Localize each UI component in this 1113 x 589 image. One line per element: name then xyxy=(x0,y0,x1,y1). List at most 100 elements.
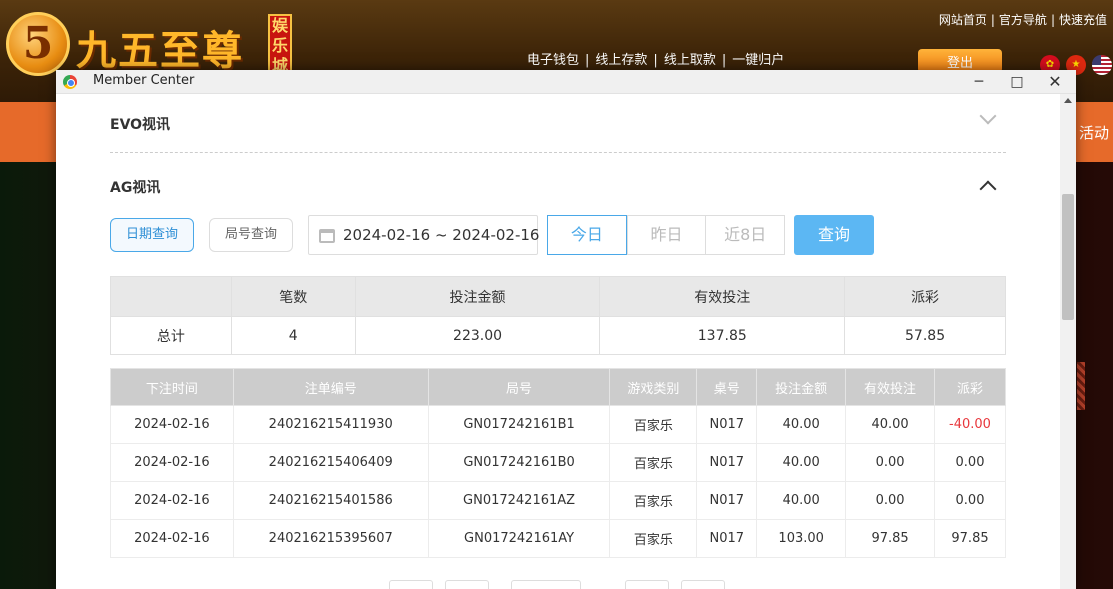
calendar-icon xyxy=(319,229,335,243)
link-home[interactable]: 网站首页 xyxy=(939,13,987,27)
summary-header: 派彩 xyxy=(844,276,1006,317)
bet-time: 2024-02-16 xyxy=(110,481,234,520)
pagination-next-button[interactable] xyxy=(625,580,669,589)
link-one-click-return[interactable]: 一键归户 xyxy=(732,53,784,68)
round-query-button[interactable]: 局号查询 xyxy=(209,218,293,252)
top-links: 网站首页 | 官方导航 | 快速充值 xyxy=(939,11,1107,28)
window-titlebar[interactable]: Member Center ─ □ ✕ xyxy=(56,70,1076,94)
payout: 0.00 xyxy=(934,481,1006,520)
column-header: 局号 xyxy=(427,368,611,406)
logo-text[interactable]: 九五至尊 xyxy=(76,18,244,76)
table-row: 2024-02-16 240216215401586 GN017242161AZ… xyxy=(110,481,1006,520)
bet-amount: 40.00 xyxy=(756,405,847,444)
link-online-deposit[interactable]: 线上存款 xyxy=(595,53,647,68)
search-button[interactable]: 查询 xyxy=(794,215,874,255)
column-header: 有效投注 xyxy=(845,368,935,406)
column-header: 注单编号 xyxy=(232,368,429,406)
game-type: 百家乐 xyxy=(609,405,698,444)
summary-header: 有效投注 xyxy=(599,276,846,317)
scrollbar-thumb[interactable] xyxy=(1062,194,1074,320)
column-header: 桌号 xyxy=(696,368,758,406)
section-divider xyxy=(110,152,1006,153)
summary-cell: 57.85 xyxy=(844,316,1006,355)
wallet-links: 电子钱包 | 线上存款 | 线上取款 | 一键归户 xyxy=(527,49,784,68)
section-ag-label: AG视讯 xyxy=(110,180,161,196)
summary-cell: 223.00 xyxy=(354,316,601,355)
section-evo-header[interactable]: EVO视讯 xyxy=(110,94,1006,152)
round-id: GN017242161AY xyxy=(427,519,611,558)
pagination-last-button[interactable] xyxy=(681,580,725,589)
chrome-app-icon xyxy=(63,75,77,89)
payout: 0.00 xyxy=(934,443,1006,482)
summary-header xyxy=(110,276,232,317)
bet-time: 2024-02-16 xyxy=(110,405,234,444)
quick-date-group: 今日 昨日 近8日 xyxy=(547,215,785,255)
valid-bet: 40.00 xyxy=(845,405,935,444)
game-type: 百家乐 xyxy=(609,443,698,482)
today-button[interactable]: 今日 xyxy=(547,215,627,255)
pagination-page-input[interactable] xyxy=(511,580,581,589)
bet-header-row: 下注时间 注单编号 局号 游戏类别 桌号 投注金额 有效投注 派彩 xyxy=(110,368,1006,406)
link-online-withdraw[interactable]: 线上取款 xyxy=(664,53,716,68)
logo-badge: 娱乐城 xyxy=(268,14,292,74)
bet-time: 2024-02-16 xyxy=(110,443,234,482)
logo-icon[interactable]: 5 xyxy=(6,12,70,76)
bet-amount: 103.00 xyxy=(756,519,847,558)
minimize-button[interactable]: ─ xyxy=(960,70,998,94)
date-range-value: 2024-02-16 ~ 2024-02-16 xyxy=(343,226,540,244)
table-row: 2024-02-16 240216215395607 GN017242161AY… xyxy=(110,519,1006,558)
vertical-scrollbar[interactable] xyxy=(1060,94,1076,589)
divider: | xyxy=(721,53,727,68)
window-content: EVO视讯 AG视讯 日期查询 局号查询 2024-02-16 ~ 2024-0… xyxy=(56,94,1060,589)
payout: -40.00 xyxy=(934,405,1006,444)
bet-id: 240216215411930 xyxy=(232,405,429,444)
divider: | xyxy=(653,53,658,68)
round-id: GN017242161AZ xyxy=(427,481,611,520)
table-row: 2024-02-16 240216215406409 GN017242161B0… xyxy=(110,443,1006,482)
bet-amount: 40.00 xyxy=(756,481,847,520)
nav-item-promotions[interactable]: 活动 xyxy=(1079,122,1109,143)
valid-bet: 0.00 xyxy=(845,481,935,520)
chevron-up-icon[interactable] xyxy=(979,180,997,198)
section-evo-label: EVO视讯 xyxy=(110,117,171,133)
summary-table: 笔数 投注金额 有效投注 派彩 总计 4 223.00 137.85 57.85 xyxy=(110,276,1006,355)
last-8-days-button[interactable]: 近8日 xyxy=(705,216,784,254)
divider: | xyxy=(585,53,590,68)
bet-id: 240216215395607 xyxy=(232,519,429,558)
summary-total-row: 总计 4 223.00 137.85 57.85 xyxy=(110,316,1006,355)
bet-id: 240216215401586 xyxy=(232,481,429,520)
column-header: 下注时间 xyxy=(110,368,234,406)
divider: | xyxy=(990,13,995,27)
pagination-prev-button[interactable] xyxy=(445,580,489,589)
window-title: Member Center xyxy=(93,73,195,88)
table-no: N017 xyxy=(696,481,758,520)
link-e-wallet[interactable]: 电子钱包 xyxy=(527,53,579,68)
yesterday-button[interactable]: 昨日 xyxy=(626,216,706,254)
summary-cell: 总计 xyxy=(110,316,232,355)
pagination-first-button[interactable] xyxy=(389,580,433,589)
column-header: 投注金额 xyxy=(756,368,847,406)
game-type: 百家乐 xyxy=(609,481,698,520)
scroll-up-arrow-icon[interactable] xyxy=(1064,98,1072,103)
link-official-nav[interactable]: 官方导航 xyxy=(999,13,1047,27)
bet-id: 240216215406409 xyxy=(232,443,429,482)
summary-cell: 4 xyxy=(230,316,356,355)
valid-bet: 97.85 xyxy=(845,519,935,558)
us-flag-icon[interactable] xyxy=(1092,55,1112,75)
date-query-button[interactable]: 日期查询 xyxy=(110,218,194,252)
date-range-input[interactable]: 2024-02-16 ~ 2024-02-16 xyxy=(308,215,540,255)
summary-header: 笔数 xyxy=(230,276,356,317)
chevron-down-icon[interactable] xyxy=(979,107,997,125)
maximize-button[interactable]: □ xyxy=(998,70,1036,94)
summary-cell: 137.85 xyxy=(599,316,846,355)
bet-amount: 40.00 xyxy=(756,443,847,482)
column-header: 派彩 xyxy=(934,368,1006,406)
summary-header-row: 笔数 投注金额 有效投注 派彩 xyxy=(110,276,1006,317)
bet-records-table: 下注时间 注单编号 局号 游戏类别 桌号 投注金额 有效投注 派彩 2024-0… xyxy=(110,368,1006,558)
round-id: GN017242161B1 xyxy=(427,405,611,444)
divider: | xyxy=(1050,13,1055,27)
close-button[interactable]: ✕ xyxy=(1036,70,1074,94)
link-quick-recharge[interactable]: 快速充值 xyxy=(1059,13,1107,27)
summary-header: 投注金额 xyxy=(354,276,601,317)
section-ag-header[interactable]: AG视讯 xyxy=(110,157,1006,215)
